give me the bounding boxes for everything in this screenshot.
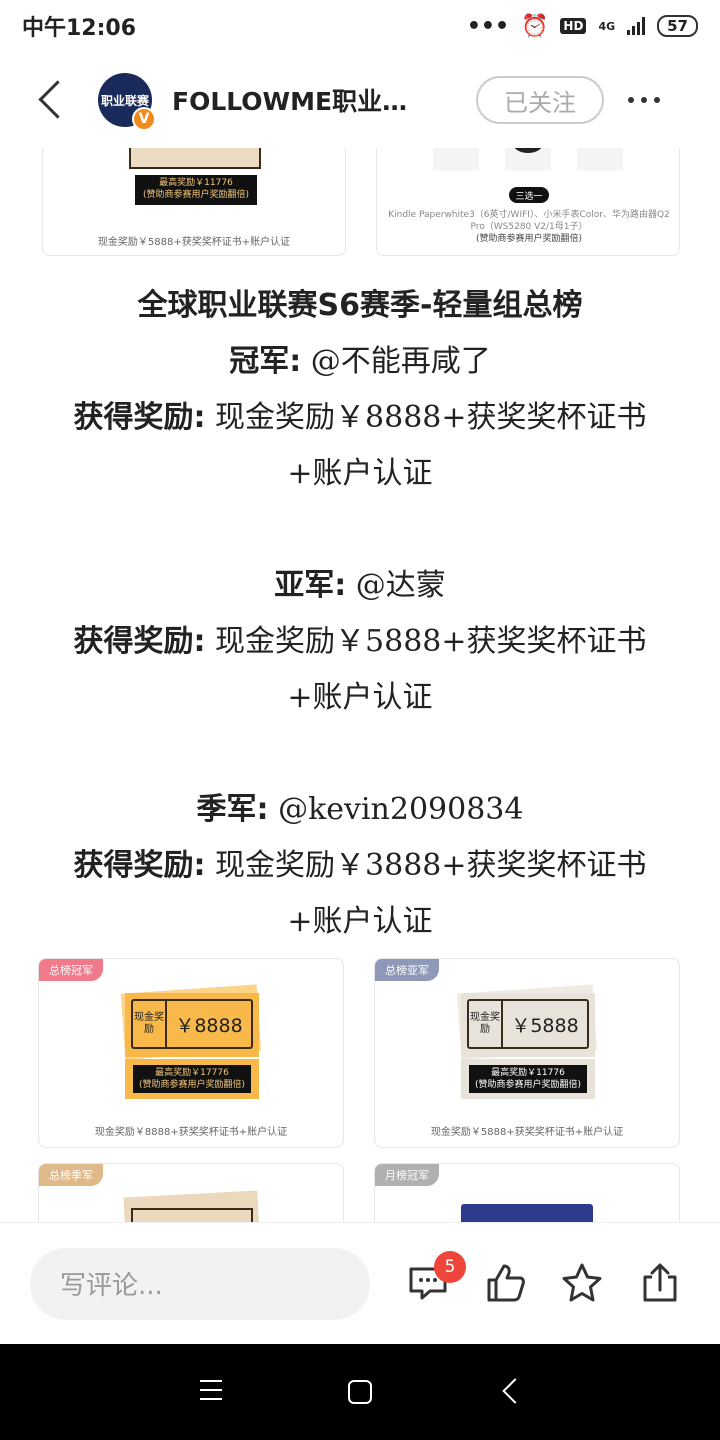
ticket-value: ￥8888	[175, 1014, 243, 1037]
card-note: 现金奖励￥5888+获奖奖杯证书+账户认证	[430, 1127, 624, 1138]
comment-count-badge: 5	[434, 1251, 466, 1283]
card-note: 现金奖励￥8888+获奖奖杯证书+账户认证	[94, 1127, 288, 1138]
card-tag: 总榜冠军	[39, 959, 103, 981]
max-reward-bar: 最高奖励￥11776 (赞助商参赛用户奖励翻倍)	[469, 1065, 587, 1093]
ticket-left: 现金奖励	[133, 1001, 167, 1047]
cash-ticket	[131, 1208, 253, 1222]
cash-ticket: 现金奖励 ￥8888	[131, 999, 253, 1049]
alarm-icon: ⏰	[521, 13, 549, 39]
ticket-value: ￥5888	[511, 1014, 579, 1037]
choose-one-badge: 三选一	[509, 187, 549, 203]
prize-card-third: 总榜季军	[38, 1163, 344, 1222]
champion-label: 冠军:	[229, 344, 302, 379]
reward-label: 获得奖励:	[73, 624, 206, 659]
champion-line: 冠军: @不能再咸了	[0, 334, 720, 390]
status-icons: ••• ⏰ HD 4G 57	[467, 14, 698, 39]
follow-button[interactable]: 已关注	[476, 76, 604, 124]
article-header: 职业联赛 V FOLLOWME职业… 已关注	[0, 52, 720, 148]
runnerup-reward: 现金奖励￥5888+获奖奖杯证书	[215, 624, 647, 659]
like-icon[interactable]	[484, 1261, 528, 1305]
champion-name[interactable]: @不能再咸了	[311, 344, 491, 379]
product-image-kindle	[433, 148, 479, 171]
more-options-icon[interactable]	[628, 97, 660, 103]
verified-icon: V	[132, 107, 156, 131]
avatar-text: 职业联赛	[100, 93, 149, 108]
runnerup-label: 亚军:	[274, 568, 347, 603]
star-icon[interactable]	[560, 1261, 604, 1305]
prize-card-top-right: 三选一 Kindle Paperwhite3（6英寸/WIFI）、小米手表Col…	[376, 148, 680, 256]
max-reward-bar: 最高奖励￥17776 (赞助商参赛用户奖励翻倍)	[133, 1065, 251, 1093]
status-bar: 中午12:06 ••• ⏰ HD 4G 57	[0, 0, 720, 52]
prize-card-top-left: 最高奖励￥11776 (赞助商参赛用户奖励翻倍) 现金奖励￥5888+获奖奖杯证…	[42, 148, 346, 256]
hd-icon: HD	[560, 18, 587, 34]
article-content[interactable]: 最高奖励￥11776 (赞助商参赛用户奖励翻倍) 现金奖励￥5888+获奖奖杯证…	[0, 148, 720, 1222]
status-time: 中午12:06	[22, 16, 137, 41]
ticket-left: 现金奖励	[469, 1001, 503, 1047]
third-cert-line: +账户认证	[287, 904, 433, 939]
card-tag: 总榜亚军	[375, 959, 439, 981]
reward-label: 获得奖励:	[73, 400, 206, 435]
max-reward-bar: 最高奖励￥11776 (赞助商参赛用户奖励翻倍)	[135, 175, 257, 205]
card-note: 现金奖励￥5888+获奖奖杯证书+账户认证	[97, 237, 291, 248]
cash-ticket: 现金奖励 ￥5888	[467, 999, 589, 1049]
third-reward-line: 获得奖励: 现金奖励￥3888+获奖奖杯证书	[0, 838, 720, 894]
product-image-watch	[505, 148, 551, 171]
runnerup-line: 亚军: @达蒙	[0, 558, 720, 614]
network-label: 4G	[598, 19, 616, 33]
ticket-graphic	[129, 148, 261, 169]
products-description: Kindle Paperwhite3（6英寸/WIFI）、小米手表Color、华…	[388, 210, 670, 244]
account-name[interactable]: FOLLOWME职业…	[172, 82, 462, 118]
avatar[interactable]: 职业联赛 V	[98, 73, 156, 131]
card-tag: 总榜季军	[39, 1164, 103, 1186]
product-image	[461, 1204, 593, 1222]
back-arrow-icon[interactable]	[30, 80, 70, 120]
third-name[interactable]: @kevin2090834	[278, 792, 523, 827]
third-reward: 现金奖励￥3888+获奖奖杯证书	[215, 848, 647, 883]
share-icon[interactable]	[638, 1261, 682, 1305]
more-dots-icon: •••	[466, 13, 510, 39]
runnerup-reward-line: 获得奖励: 现金奖励￥5888+获奖奖杯证书	[0, 614, 720, 670]
signal-icon	[627, 17, 646, 35]
runnerup-name[interactable]: @达蒙	[356, 568, 446, 603]
home-icon[interactable]	[348, 1380, 372, 1404]
champion-cert-line: +账户认证	[287, 456, 433, 491]
champion-reward-line: 获得奖励: 现金奖励￥8888+获奖奖杯证书	[0, 390, 720, 446]
bottom-action-bar: 写评论... 5	[0, 1222, 720, 1344]
system-nav-bar	[0, 1344, 720, 1440]
card-tag: 月榜冠军	[375, 1164, 439, 1186]
comment-input[interactable]: 写评论...	[30, 1247, 370, 1320]
runnerup-cert-line: +账户认证	[287, 680, 433, 715]
recent-apps-icon[interactable]	[200, 1380, 222, 1400]
battery-icon: 57	[657, 15, 698, 37]
prize-card-champion: 总榜冠军 现金奖励 ￥8888 最高奖励￥17776 (赞助商参赛用户奖励翻倍)…	[38, 958, 344, 1148]
system-back-icon[interactable]	[502, 1378, 528, 1404]
champion-reward: 现金奖励￥8888+获奖奖杯证书	[215, 400, 647, 435]
prize-card-runnerup: 总榜亚军 现金奖励 ￥5888 最高奖励￥11776 (赞助商参赛用户奖励翻倍)…	[374, 958, 680, 1148]
third-label: 季军:	[196, 792, 269, 827]
third-line: 季军: @kevin2090834	[0, 782, 720, 838]
product-image-router	[577, 148, 623, 171]
prize-card-monthly: 月榜冠军	[374, 1163, 680, 1222]
reward-label: 获得奖励:	[73, 848, 206, 883]
leaderboard-title: 全球职业联赛S6赛季-轻量组总榜	[137, 288, 583, 323]
